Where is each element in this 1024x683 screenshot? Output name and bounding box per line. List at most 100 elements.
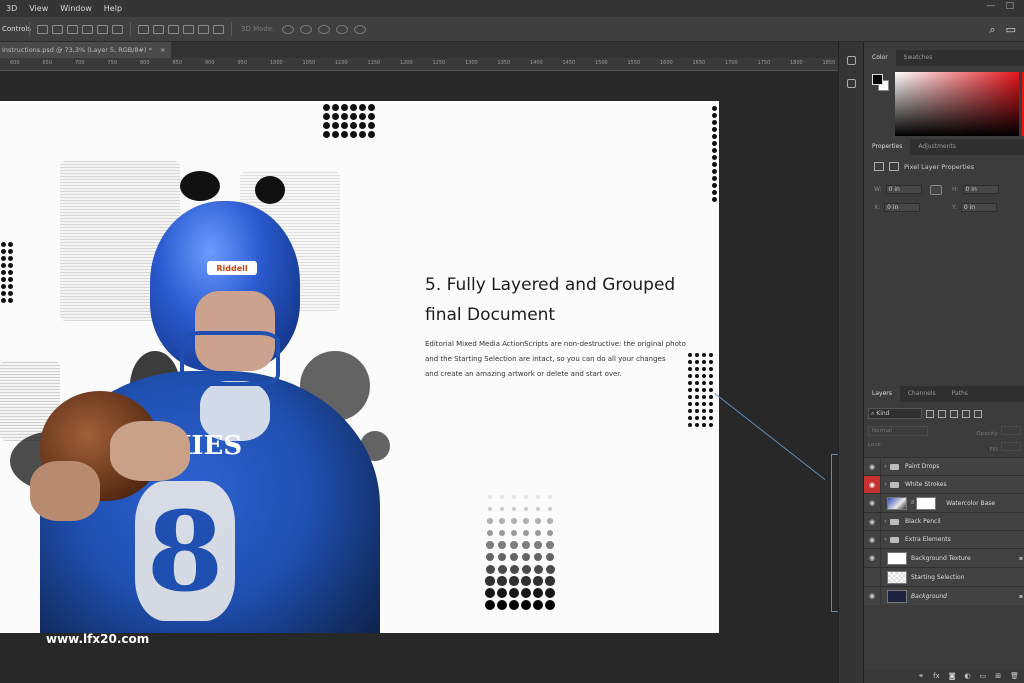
opacity-control: Opacity: <box>976 426 1021 437</box>
distribute-left-icon[interactable] <box>183 24 194 34</box>
tab-paths[interactable]: Paths <box>944 386 976 402</box>
menu-window[interactable]: Window <box>54 4 98 13</box>
layer-mask-thumbnail[interactable] <box>916 496 937 510</box>
visibility-eye-icon[interactable]: ◉ <box>864 494 881 512</box>
height-field[interactable]: 0 in <box>962 185 999 194</box>
menu-view[interactable]: View <box>23 4 54 13</box>
document-canvas[interactable]: SKIES 8 Riddell 5. Fully Layered and Gro… <box>0 101 719 633</box>
distribute-vcenter-icon[interactable] <box>153 24 164 34</box>
tab-swatches[interactable]: Swatches <box>896 50 941 66</box>
layer-row[interactable]: ◉ 8 Watercolor Base <box>864 493 1024 512</box>
halftone-dots-bottom <box>484 491 556 611</box>
layer-row[interactable]: ◉ Background Texture ▪ <box>864 548 1024 567</box>
filter-type-icon[interactable] <box>950 409 958 418</box>
distribute-top-icon[interactable] <box>138 24 149 34</box>
layer-row[interactable]: ◉ › Paint Drops <box>864 457 1024 475</box>
chain-link-icon[interactable]: 8 <box>911 500 914 506</box>
visibility-eye-icon[interactable]: ◉ <box>864 549 881 567</box>
filter-smart-object-icon[interactable] <box>974 409 982 418</box>
link-dimensions-icon[interactable] <box>930 185 942 195</box>
maximize-icon[interactable]: □ <box>1005 1 1014 11</box>
ruler-tick-label: 950 <box>237 60 248 66</box>
align-top-icon[interactable] <box>37 24 48 34</box>
halftone-dot <box>545 576 555 586</box>
add-mask-icon[interactable]: ◙ <box>949 672 956 680</box>
halftone-dot <box>485 576 495 586</box>
visibility-eye-icon[interactable]: ◉ <box>864 531 881 548</box>
history-icon[interactable] <box>846 56 856 65</box>
visibility-eye-icon[interactable]: ◉ <box>864 458 881 475</box>
tab-adjustments[interactable]: Adjustments <box>910 139 964 155</box>
workspace-icon[interactable]: ▭ <box>1006 23 1016 37</box>
close-icon[interactable]: × <box>160 46 165 54</box>
layer-row[interactable]: ◉ › Extra Elements <box>864 530 1024 548</box>
halftone-dot <box>533 552 543 562</box>
window-controls: — □ <box>986 1 1014 11</box>
3d-pan-icon[interactable] <box>317 24 330 34</box>
distribute-bottom-icon[interactable] <box>168 24 179 34</box>
minimize-icon[interactable]: — <box>986 1 995 11</box>
link-layers-icon[interactable]: ⚭ <box>918 672 924 680</box>
tab-layers[interactable]: Layers <box>864 386 900 402</box>
layer-row[interactable]: ◉ › White Strokes <box>864 475 1024 493</box>
align-bottom-icon[interactable] <box>67 24 78 34</box>
chevron-right-icon[interactable]: › <box>881 481 890 488</box>
layer-row[interactable]: Starting Selection <box>864 567 1024 586</box>
tab-channels[interactable]: Channels <box>900 386 944 402</box>
blend-mode-select[interactable]: Normal <box>868 426 928 436</box>
halftone-dot <box>687 366 692 371</box>
align-left-icon[interactable] <box>82 24 93 34</box>
align-vcenter-icon[interactable] <box>52 24 63 34</box>
search-icon[interactable]: ⌕ <box>989 23 995 37</box>
align-right-icon[interactable] <box>112 24 123 34</box>
halftone-dot <box>368 131 375 138</box>
visibility-eye-icon[interactable]: ◉ <box>864 476 881 493</box>
align-hcenter-icon[interactable] <box>97 24 108 34</box>
options-right: ⌕ ▭ <box>989 23 1016 37</box>
visibility-eye-icon[interactable]: ◉ <box>864 587 881 605</box>
3d-slide-icon[interactable] <box>335 24 348 34</box>
kind-filter-select[interactable]: ⌕ Kind <box>868 408 922 419</box>
document-tab-title: Instructions.psd @ 73,3% (Layer 5, RGB/8… <box>2 46 152 54</box>
chevron-right-icon[interactable]: › <box>881 518 890 525</box>
x-field[interactable]: 0 in <box>884 203 921 212</box>
lock-icon: ▪ <box>1018 592 1023 600</box>
ruler-tick-label: 1000 <box>270 60 283 66</box>
halftone-dot <box>712 120 717 125</box>
menu-3d[interactable]: 3D <box>0 4 23 13</box>
tab-color[interactable]: Color <box>864 50 896 66</box>
fill-field[interactable] <box>1001 442 1021 451</box>
y-field[interactable]: 0 in <box>960 203 997 212</box>
visibility-eye-icon[interactable] <box>864 568 881 586</box>
3d-rotate-icon[interactable] <box>281 24 294 34</box>
new-group-icon[interactable]: ▭ <box>980 672 987 680</box>
adjustment-layer-icon[interactable]: ◐ <box>965 672 971 680</box>
chevron-right-icon[interactable]: › <box>881 463 890 470</box>
layer-row[interactable]: ◉ › Black Pencil <box>864 512 1024 530</box>
visibility-eye-icon[interactable]: ◉ <box>864 513 881 530</box>
fx-icon[interactable]: fx <box>933 672 940 680</box>
mask-icon[interactable] <box>889 162 899 171</box>
ruler-tick-label: 1700 <box>725 60 738 66</box>
width-field[interactable]: 0 in <box>885 185 922 194</box>
menu-help[interactable]: Help <box>98 4 128 13</box>
trash-icon[interactable]: 🗑 <box>1010 672 1019 680</box>
chevron-right-icon[interactable]: › <box>881 536 890 543</box>
foreground-color-swatch[interactable] <box>872 74 883 85</box>
document-tab[interactable]: Instructions.psd @ 73,3% (Layer 5, RGB/8… <box>0 42 172 58</box>
distribute-right-icon[interactable] <box>213 24 224 34</box>
distribute-hcenter-icon[interactable] <box>198 24 209 34</box>
filter-pixel-icon[interactable] <box>926 409 934 418</box>
new-layer-icon[interactable]: ⊞ <box>995 672 1001 680</box>
color-picker-field[interactable] <box>895 72 1019 136</box>
halftone-dot <box>687 394 692 399</box>
brush-presets-icon[interactable] <box>846 79 856 88</box>
filter-shape-icon[interactable] <box>962 409 970 418</box>
tab-properties[interactable]: Properties <box>864 139 911 155</box>
layer-row[interactable]: ◉ Background ▪ <box>864 586 1024 605</box>
filter-adjustment-icon[interactable] <box>938 409 946 418</box>
halftone-dot <box>368 113 375 120</box>
opacity-field[interactable] <box>1001 426 1021 435</box>
3d-roll-icon[interactable] <box>299 24 312 34</box>
3d-scale-icon[interactable] <box>353 24 366 34</box>
